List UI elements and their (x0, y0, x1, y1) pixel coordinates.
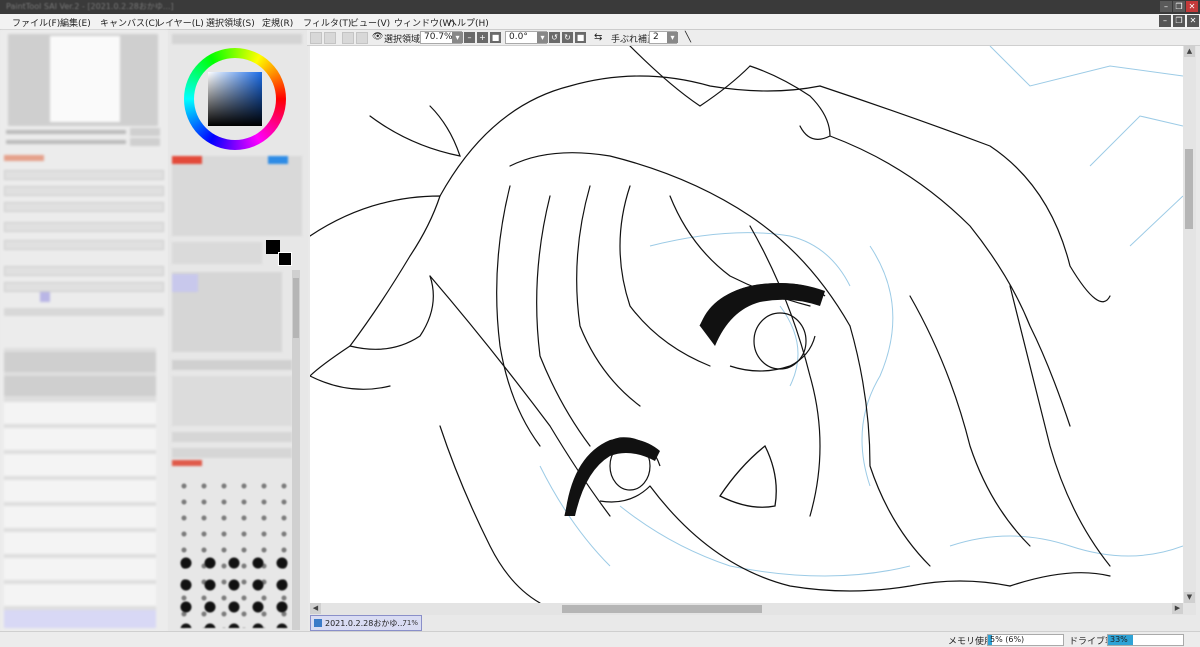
horizontal-scroll-thumb[interactable] (562, 605, 762, 613)
layer-row-selected[interactable] (4, 610, 156, 628)
menu-canvas[interactable]: キャンバス(C) (100, 16, 158, 29)
canvas-toolbar: 👁 選択領域 70.7% ▾ – + ■ 0.0° ▾ ↺ ↻ ■ ⇆ 手ぶれ補… (307, 30, 1200, 46)
rotate-left-button[interactable]: ↺ (549, 32, 560, 43)
brush-size-grid[interactable] (172, 470, 292, 630)
stabilizer-value: 2 (653, 32, 659, 42)
status-bar: メモリ使用量 5% (6%) ドライブ容量 33% (0, 631, 1200, 647)
layer-row[interactable] (4, 376, 156, 396)
layer-row[interactable] (4, 402, 156, 424)
drive-meter: 33% (1107, 634, 1184, 646)
menu-view[interactable]: ビュー(V) (350, 16, 390, 29)
memory-value: 5% (6%) (990, 635, 1025, 644)
layer-row[interactable] (4, 584, 156, 606)
restore-icon[interactable]: ❐ (1173, 1, 1185, 12)
menu-window[interactable]: ウィンドウ(W) (394, 16, 455, 29)
drive-value: 33% (1110, 635, 1128, 644)
angle-value: 0.0° (509, 32, 528, 42)
secondary-color-swatch[interactable] (278, 252, 292, 266)
saturation-value-square[interactable] (208, 72, 262, 126)
layer-row[interactable] (4, 532, 156, 554)
selection-label: 選択領域 (384, 35, 421, 45)
line-art (310, 46, 1183, 603)
drawing-canvas[interactable] (310, 46, 1183, 603)
menu-file[interactable]: ファイル(F) (12, 16, 60, 29)
scroll-left-icon[interactable]: ◀ (310, 603, 321, 614)
flip-icon[interactable]: ⇆ (594, 32, 602, 43)
document-name: 2021.0.2.28おかゆ... (325, 619, 405, 628)
select-all-button[interactable] (324, 32, 336, 44)
doc-restore-icon[interactable]: ❐ (1173, 15, 1185, 27)
memory-meter: 5% (6%) (987, 634, 1064, 646)
menu-layer[interactable]: レイヤー(L) (156, 16, 204, 29)
deselect-button[interactable] (310, 32, 322, 44)
left-panel (0, 30, 168, 632)
layer-list[interactable] (4, 348, 156, 628)
paste-button[interactable] (356, 32, 368, 44)
tool-panel (168, 30, 308, 632)
menu-help[interactable]: ヘルプ(H) (448, 16, 489, 29)
navigator-preview[interactable] (8, 34, 158, 126)
layer-row[interactable] (4, 558, 156, 580)
menu-edit[interactable]: 編集(E) (60, 16, 91, 29)
angle-dropdown-icon[interactable]: ▾ (537, 32, 548, 43)
zoom-out-button[interactable]: – (464, 32, 475, 43)
window-title: PaintTool SAI Ver.2 - [2021.0.2.28おかゆ...… (6, 2, 174, 11)
menu-selection[interactable]: 選択領域(S) (206, 16, 255, 29)
layer-row[interactable] (4, 454, 156, 476)
zoom-in-button[interactable]: + (477, 32, 488, 43)
eye-icon[interactable]: 👁 (372, 32, 383, 42)
close-icon[interactable]: ✕ (1186, 1, 1198, 12)
menu-bar: ファイル(F) 編集(E) キャンバス(C) レイヤー(L) 選択領域(S) 定… (0, 14, 1200, 30)
doc-close-icon[interactable]: ✕ (1187, 15, 1199, 27)
document-zoom: 71% (402, 619, 418, 627)
layer-row[interactable] (4, 480, 156, 502)
zoom-dropdown-icon[interactable]: ▾ (452, 32, 463, 43)
horizontal-scrollbar[interactable]: ◀ ▶ (310, 603, 1196, 615)
scroll-right-icon[interactable]: ▶ (1172, 603, 1183, 614)
rotate-right-button[interactable]: ↻ (562, 32, 573, 43)
copy-button[interactable] (342, 32, 354, 44)
vertical-scrollbar[interactable]: ▲ ▼ (1183, 46, 1196, 603)
doc-minimize-icon[interactable]: – (1159, 15, 1171, 27)
menu-ruler[interactable]: 定規(R) (262, 16, 293, 29)
layer-row[interactable] (4, 506, 156, 528)
document-tab[interactable]: 2021.0.2.28おかゆ... 71% (310, 615, 422, 631)
rotate-reset-button[interactable]: ■ (575, 32, 586, 43)
layer-row[interactable] (4, 428, 156, 450)
line-icon[interactable]: ╲ (685, 32, 691, 43)
menu-filter[interactable]: フィルタ(T) (303, 16, 351, 29)
layer-row[interactable] (4, 352, 156, 372)
document-icon (314, 619, 322, 627)
scroll-down-icon[interactable]: ▼ (1184, 592, 1195, 603)
scroll-up-icon[interactable]: ▲ (1184, 46, 1195, 57)
title-bar: PaintTool SAI Ver.2 - [2021.0.2.28おかゆ...… (0, 0, 1200, 14)
stabilizer-dropdown-icon[interactable]: ▾ (667, 32, 678, 43)
zoom-value: 70.7% (424, 32, 453, 42)
minimize-icon[interactable]: – (1160, 1, 1172, 12)
vertical-scroll-thumb[interactable] (1185, 149, 1193, 229)
zoom-reset-button[interactable]: ■ (490, 32, 501, 43)
